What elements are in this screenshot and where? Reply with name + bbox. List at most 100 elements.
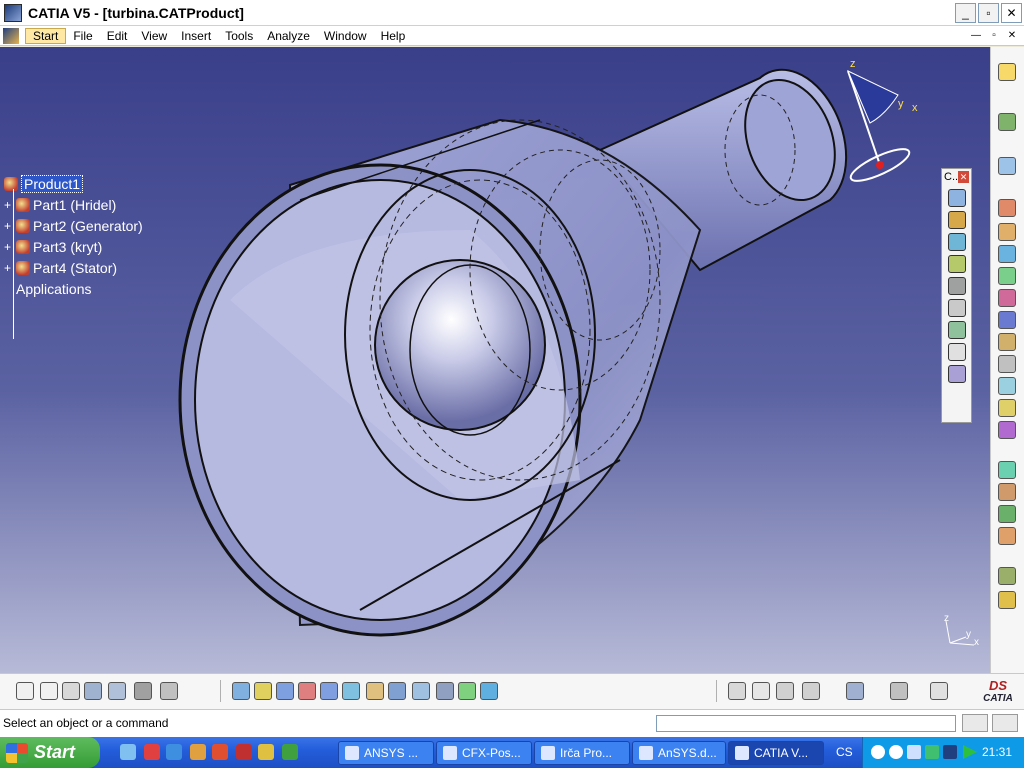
fix-together-icon[interactable] <box>947 321 966 339</box>
opera-icon[interactable] <box>144 744 160 760</box>
acrobat-icon[interactable] <box>212 744 228 760</box>
menu-tools[interactable]: Tools <box>218 29 260 43</box>
tray-security-icon[interactable] <box>943 745 957 759</box>
menu-view[interactable]: View <box>134 29 174 43</box>
scene-icon[interactable] <box>846 682 864 700</box>
iso-view-icon[interactable] <box>388 682 406 700</box>
close-button[interactable]: ✕ <box>1001 3 1022 23</box>
tree-root-label[interactable]: Product1 <box>21 174 84 193</box>
update-icon[interactable] <box>930 682 948 700</box>
snap-icon[interactable] <box>947 189 966 207</box>
reset-position-icon[interactable] <box>998 377 1016 395</box>
fit-all-icon[interactable] <box>232 682 250 700</box>
tray-antivirus-icon[interactable] <box>925 745 939 759</box>
tray-search-icon[interactable] <box>889 745 903 759</box>
comment-icon[interactable] <box>40 682 58 700</box>
angle-constraint-icon[interactable] <box>947 277 966 295</box>
fix-component-icon[interactable] <box>947 299 966 317</box>
product-icon[interactable] <box>998 199 1016 217</box>
tree-item-label[interactable]: Applications <box>16 281 92 297</box>
menu-insert[interactable]: Insert <box>174 29 218 43</box>
catalog-icon[interactable] <box>998 567 1016 585</box>
doc-restore-button[interactable]: ▫ <box>986 28 1002 42</box>
show-desktop-icon[interactable] <box>120 744 136 760</box>
knowledge-icon[interactable] <box>62 682 80 700</box>
formula-icon[interactable] <box>16 682 34 700</box>
manipulation-icon[interactable] <box>998 461 1016 479</box>
rotate-icon[interactable] <box>276 682 294 700</box>
reuse-pattern-icon[interactable] <box>947 343 966 361</box>
catia-app-icon[interactable] <box>4 3 22 22</box>
lock-icon[interactable] <box>134 682 152 700</box>
tree-item-part3[interactable]: + Part3 (kryt) <box>4 236 143 257</box>
menu-window[interactable]: Window <box>317 29 374 43</box>
bill-of-material-icon[interactable] <box>998 355 1016 373</box>
tools-palette-icon[interactable] <box>890 682 908 700</box>
tree-item-label[interactable]: Part4 (Stator) <box>33 260 117 276</box>
tree-item-applications[interactable]: Applications <box>4 278 143 299</box>
taskbar-task-cfx[interactable]: CFX-Pos... <box>436 741 532 765</box>
command-stop-button[interactable] <box>992 714 1018 732</box>
explode-icon[interactable] <box>998 505 1016 523</box>
tray-arrow-icon[interactable] <box>871 745 885 759</box>
floating-toolbar-titlebar[interactable]: C.. ✕ <box>942 169 971 185</box>
renumber-icon[interactable] <box>998 333 1016 351</box>
contact-constraint-icon[interactable] <box>947 233 966 251</box>
doc-close-button[interactable]: ✕ <box>1004 28 1020 42</box>
render-style-icon[interactable] <box>412 682 430 700</box>
part-icon[interactable] <box>998 245 1016 263</box>
command-history-button[interactable] <box>962 714 988 732</box>
floating-toolbar-close-button[interactable]: ✕ <box>958 171 969 183</box>
program-icon[interactable] <box>258 744 274 760</box>
minimize-button[interactable]: _ <box>955 3 976 23</box>
taskbar-task-word[interactable]: AnSYS.d... <box>632 741 726 765</box>
graph-tree-icon[interactable] <box>998 311 1016 329</box>
command-input[interactable] <box>656 715 956 732</box>
replace-icon[interactable] <box>998 289 1016 307</box>
internet-explorer-icon[interactable] <box>166 744 182 760</box>
hierarchy-icon[interactable] <box>108 682 126 700</box>
multi-view-icon[interactable] <box>366 682 384 700</box>
taskbar-task-catia[interactable]: CATIA V... <box>728 741 824 765</box>
offset-constraint-icon[interactable] <box>947 255 966 273</box>
media-icon[interactable] <box>236 744 252 760</box>
pan-icon[interactable] <box>254 682 272 700</box>
snap-icon[interactable] <box>998 483 1016 501</box>
multi-instance-icon[interactable] <box>998 421 1016 439</box>
menu-edit[interactable]: Edit <box>100 29 135 43</box>
table-icon[interactable] <box>84 682 102 700</box>
stop-clash-icon[interactable] <box>998 527 1016 545</box>
menu-file[interactable]: File <box>66 29 99 43</box>
tray-network-icon[interactable] <box>907 745 921 759</box>
zoom-out-icon[interactable] <box>320 682 338 700</box>
fly-mode-icon[interactable] <box>998 113 1016 131</box>
3d-viewport[interactable]: Product1 + Part1 (Hridel) + Part2 (Gener… <box>0 47 990 673</box>
tree-item-part4[interactable]: + Part4 (Stator) <box>4 257 143 278</box>
existing-component-icon[interactable] <box>998 267 1016 285</box>
clash-icon[interactable] <box>802 682 820 700</box>
doc-minimize-button[interactable]: — <box>968 28 984 42</box>
start-button[interactable]: Start <box>0 737 100 768</box>
component-icon[interactable] <box>998 223 1016 241</box>
move-icon[interactable] <box>998 157 1016 175</box>
tree-item-label[interactable]: Part2 (Generator) <box>33 218 143 234</box>
hide-show-icon[interactable] <box>436 682 454 700</box>
tray-play-icon[interactable] <box>963 745 977 759</box>
zoom-in-icon[interactable] <box>298 682 316 700</box>
tree-root-row[interactable]: Product1 <box>4 173 143 194</box>
floating-toolbar[interactable]: C.. ✕ <box>941 168 972 423</box>
maximize-button[interactable]: ▫ <box>978 3 999 23</box>
tree-item-label[interactable]: Part1 (Hridel) <box>33 197 116 213</box>
taskbar-task-ansys[interactable]: ANSYS ... <box>338 741 434 765</box>
program-icon[interactable] <box>282 744 298 760</box>
constraint-icon[interactable] <box>480 682 498 700</box>
measure-icon[interactable] <box>752 682 770 700</box>
coincidence-constraint-icon[interactable] <box>947 211 966 229</box>
update-constraints-icon[interactable] <box>947 365 966 383</box>
normal-view-icon[interactable] <box>342 682 360 700</box>
select-arrow-icon[interactable] <box>998 63 1016 81</box>
menu-start[interactable]: Start <box>25 27 67 44</box>
menu-analyze[interactable]: Analyze <box>260 29 317 43</box>
scene-icon[interactable] <box>998 591 1016 609</box>
swap-space-icon[interactable] <box>458 682 476 700</box>
